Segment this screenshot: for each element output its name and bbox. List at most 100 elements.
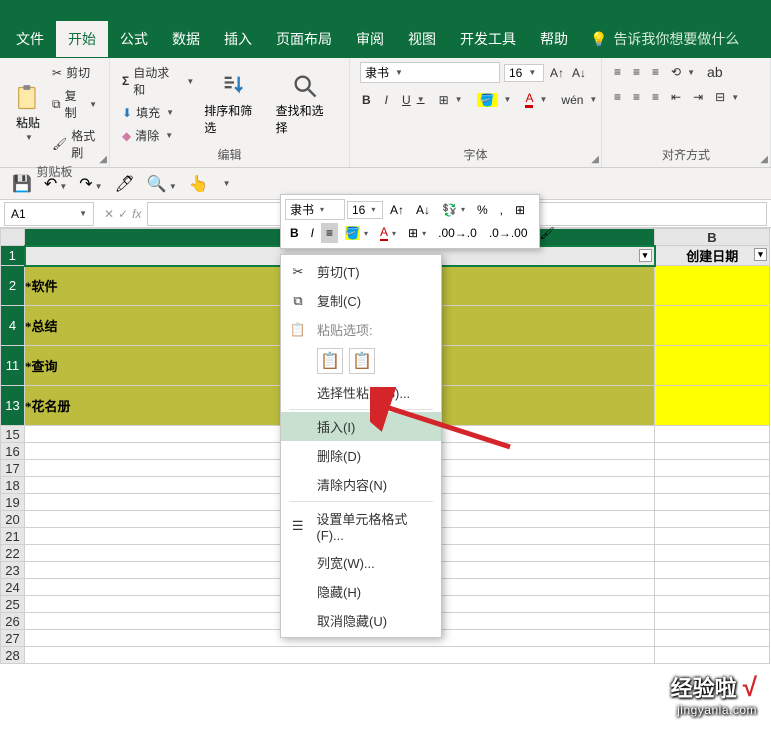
paste-option-default[interactable]: 📋 — [317, 348, 343, 374]
cell[interactable] — [655, 477, 770, 494]
row-header[interactable]: 21 — [1, 528, 25, 545]
autosum-button[interactable]: Σ自动求和▼ — [120, 62, 196, 100]
ctx-insert[interactable]: 插入(I) — [281, 412, 441, 441]
row-header[interactable]: 18 — [1, 477, 25, 494]
tab-formulas[interactable]: 公式 — [108, 21, 160, 57]
cell[interactable] — [655, 460, 770, 477]
format-painter-icon[interactable]: 🖌 — [535, 223, 560, 243]
ctx-hide[interactable]: 隐藏(H) — [281, 577, 441, 606]
cell[interactable] — [655, 386, 770, 426]
bold-button[interactable]: B — [360, 91, 373, 109]
align-center-icon[interactable]: ≡ — [631, 88, 642, 106]
row-header[interactable]: 23 — [1, 562, 25, 579]
cell[interactable] — [655, 346, 770, 386]
fx-icon[interactable]: fx — [132, 207, 141, 221]
row-header[interactable]: 24 — [1, 579, 25, 596]
fill-color-button[interactable]: 🪣▼ — [475, 91, 514, 109]
tab-data[interactable]: 数据 — [160, 21, 212, 57]
font-color-button[interactable]: A▼ — [523, 89, 549, 110]
cell[interactable] — [655, 630, 770, 647]
align-bottom-icon[interactable]: ≡ — [650, 63, 661, 81]
increase-font-icon[interactable]: A↑ — [385, 200, 409, 220]
decrease-font-icon[interactable]: A↓ — [411, 200, 435, 220]
align-left-icon[interactable]: ≡ — [612, 88, 623, 106]
enter-icon[interactable]: ✓ — [118, 207, 128, 221]
align-right-icon[interactable]: ≡ — [650, 88, 661, 106]
row-header[interactable]: 13 — [1, 386, 25, 426]
tab-home[interactable]: 开始 — [56, 21, 108, 57]
format-painter-button[interactable]: 🖌格式刷 — [50, 125, 99, 163]
cell[interactable] — [655, 562, 770, 579]
cancel-icon[interactable]: ✕ — [104, 207, 114, 221]
border-icon[interactable]: ⊞ — [510, 200, 530, 220]
filter-icon[interactable]: ▾ — [639, 249, 652, 262]
dialog-launcher-icon[interactable]: ◢ — [99, 154, 107, 165]
align-top-icon[interactable]: ≡ — [612, 63, 623, 81]
row-header[interactable]: 27 — [1, 630, 25, 647]
row-header[interactable]: 28 — [1, 647, 25, 664]
column-header-b[interactable]: B — [655, 229, 770, 246]
row-header[interactable]: 20 — [1, 511, 25, 528]
underline-button[interactable]: U▼ — [400, 91, 427, 109]
increase-decimal-icon[interactable]: .0→.00 — [484, 223, 533, 243]
tell-me[interactable]: 💡 告诉我你想要做什么 — [590, 29, 739, 49]
dialog-launcher-icon[interactable]: ◢ — [591, 154, 599, 165]
ctx-unhide[interactable]: 取消隐藏(U) — [281, 606, 441, 635]
orientation-icon[interactable]: ⟲▼ — [669, 63, 697, 81]
cut-button[interactable]: ✂剪切 — [50, 62, 99, 83]
name-box[interactable]: A1▼ — [4, 202, 94, 226]
cell[interactable] — [655, 426, 770, 443]
tab-insert[interactable]: 插入 — [212, 21, 264, 57]
percent-icon[interactable]: % — [472, 200, 493, 220]
row-header[interactable]: 19 — [1, 494, 25, 511]
ctx-delete[interactable]: 删除(D) — [281, 441, 441, 470]
cell[interactable] — [655, 528, 770, 545]
ctx-column-width[interactable]: 列宽(W)... — [281, 548, 441, 577]
mini-font-size[interactable]: 16▾ — [347, 201, 383, 219]
cell[interactable] — [655, 596, 770, 613]
cell[interactable] — [655, 579, 770, 596]
cell[interactable] — [655, 266, 770, 306]
cell[interactable] — [655, 443, 770, 460]
ctx-clear[interactable]: 清除内容(N) — [281, 470, 441, 499]
tab-developer[interactable]: 开发工具 — [448, 21, 528, 57]
decrease-font-icon[interactable]: A↓ — [570, 64, 588, 82]
border-button[interactable]: ⊞▼ — [437, 91, 465, 109]
find-select-button[interactable]: 查找和选择 — [272, 68, 339, 140]
mini-font-name[interactable]: 隶书▾ — [285, 199, 345, 220]
row-header[interactable]: 11 — [1, 346, 25, 386]
row-header[interactable]: 25 — [1, 596, 25, 613]
align-middle-icon[interactable]: ≡ — [631, 63, 642, 81]
cell[interactable] — [655, 613, 770, 630]
cell-b1[interactable]: 创建日期▾ — [655, 246, 770, 266]
font-size-select[interactable]: 16▼ — [504, 64, 544, 82]
fill-button[interactable]: ⬇填充▼ — [120, 102, 196, 123]
select-all-corner[interactable] — [1, 229, 25, 246]
tab-view[interactable]: 视图 — [396, 21, 448, 57]
paste-option-keep-format[interactable]: 📋 — [349, 348, 375, 374]
row-header[interactable]: 22 — [1, 545, 25, 562]
decrease-decimal-icon[interactable]: .00→.0 — [433, 223, 482, 243]
phonetic-button[interactable]: wén▼ — [559, 91, 599, 109]
row-header[interactable]: 16 — [1, 443, 25, 460]
clear-button[interactable]: ◆清除▼ — [120, 125, 196, 146]
increase-indent-icon[interactable]: ⇥ — [691, 88, 705, 106]
row-header[interactable]: 2 — [1, 266, 25, 306]
ctx-paste-special[interactable]: 选择性粘贴(S)... — [281, 378, 441, 407]
cell[interactable] — [655, 511, 770, 528]
sort-filter-button[interactable]: 排序和筛选 — [200, 68, 267, 140]
merge-button[interactable]: ⊟▼ — [713, 88, 741, 106]
comma-icon[interactable]: , — [495, 200, 508, 220]
tab-layout[interactable]: 页面布局 — [264, 21, 344, 57]
border-icon[interactable]: ⊞▾ — [403, 223, 431, 243]
paste-button[interactable]: 粘贴 ▼ — [10, 80, 46, 146]
row-header[interactable]: 4 — [1, 306, 25, 346]
cell[interactable] — [655, 647, 770, 664]
cell[interactable] — [655, 494, 770, 511]
bold-icon[interactable]: B — [285, 223, 304, 243]
ctx-format-cells[interactable]: ☰设置单元格格式(F)... — [281, 504, 441, 548]
italic-icon[interactable]: I — [306, 223, 319, 243]
tab-help[interactable]: 帮助 — [528, 21, 580, 57]
accounting-format-icon[interactable]: 💱▾ — [437, 200, 470, 220]
font-name-select[interactable]: 隶书▼ — [360, 62, 500, 83]
